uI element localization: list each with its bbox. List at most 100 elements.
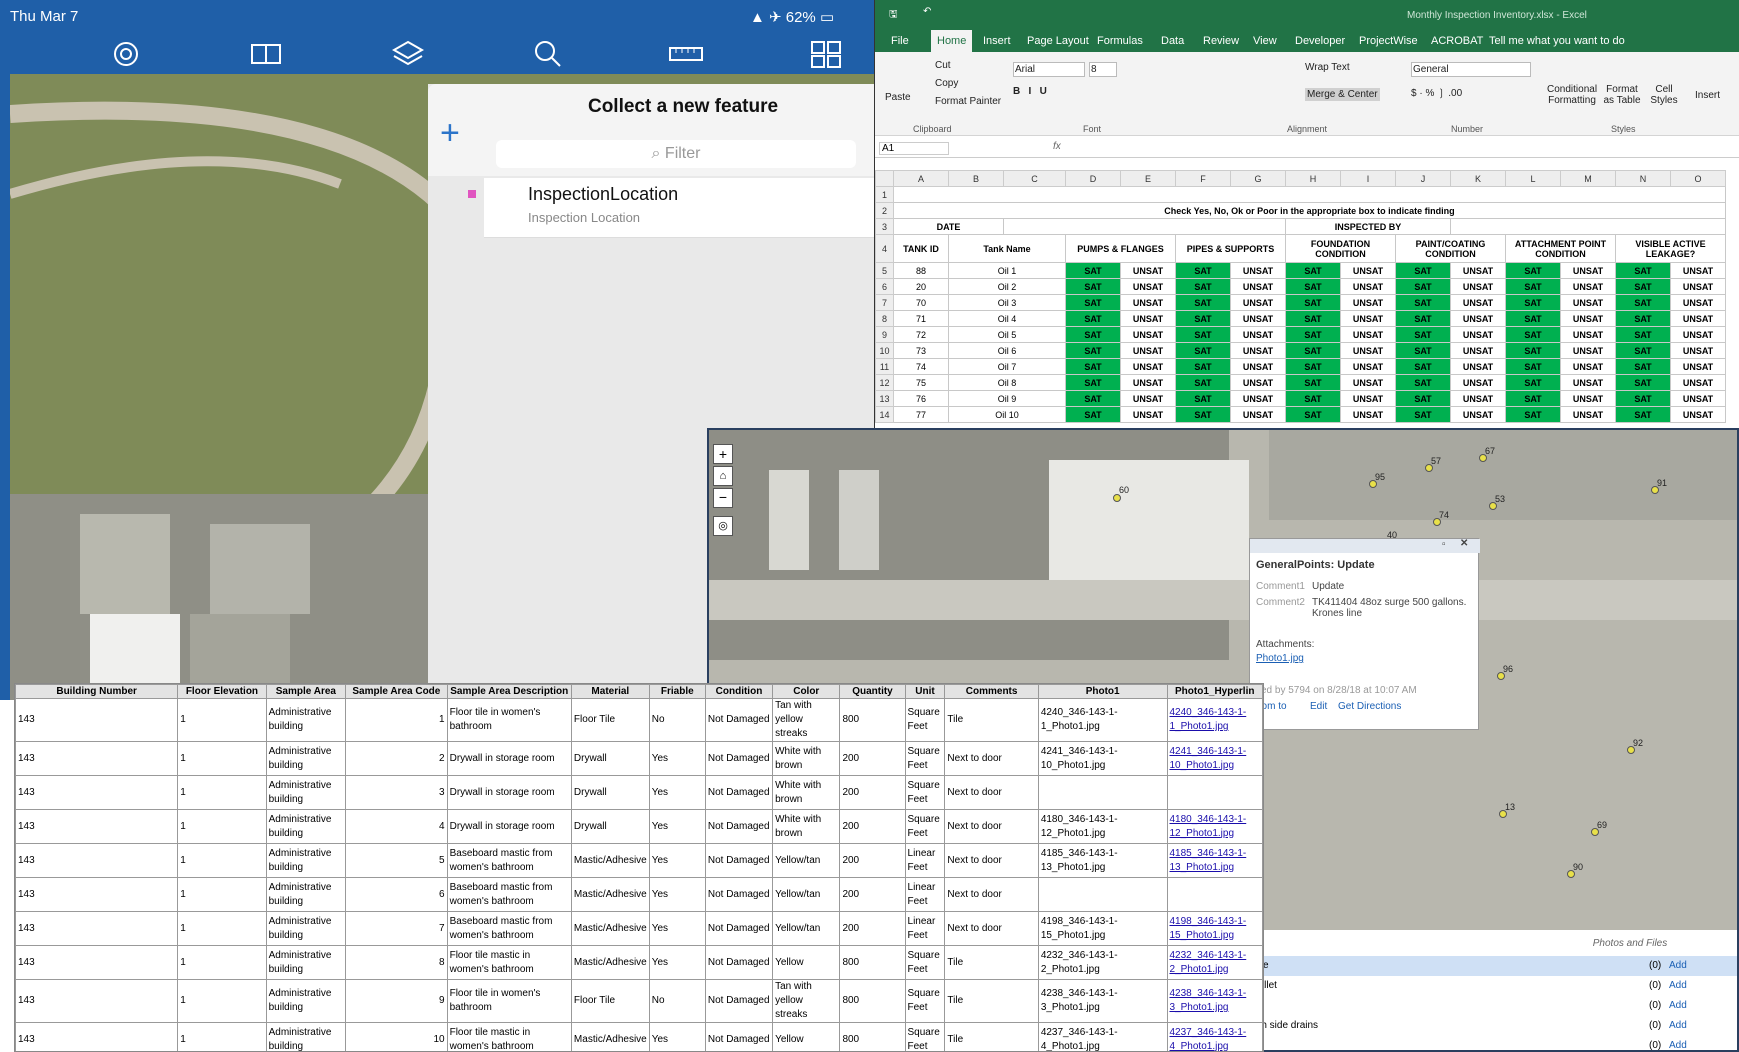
unsat-cell[interactable]: UNSAT <box>1560 310 1616 327</box>
sat-cell[interactable]: SAT <box>1065 390 1121 407</box>
row-header[interactable]: 8 <box>875 310 894 327</box>
cell[interactable]: Floor tile in women's bathroom <box>446 979 572 1023</box>
column-header[interactable]: Building Number <box>15 684 179 699</box>
unsat-cell[interactable]: UNSAT <box>1670 278 1726 295</box>
unsat-cell[interactable]: UNSAT <box>1120 310 1176 327</box>
sat-cell[interactable]: SAT <box>1505 278 1561 295</box>
sat-cell[interactable]: SAT <box>1505 294 1561 311</box>
cell[interactable]: 4238_346-143-1-3_Photo1.jpg <box>1037 979 1168 1023</box>
list-item[interactable]: line(0)Add <box>1249 956 1737 976</box>
cell[interactable]: Next to door <box>944 775 1039 810</box>
cell[interactable]: 800 <box>839 698 906 742</box>
unsat-cell[interactable]: UNSAT <box>1120 326 1176 343</box>
sat-cell[interactable]: SAT <box>1395 406 1451 423</box>
sat-cell[interactable]: SAT <box>1175 326 1231 343</box>
cell[interactable]: 1 <box>345 698 448 742</box>
map-gallery-icon[interactable] <box>806 36 846 72</box>
cell[interactable]: Not Damaged <box>704 877 774 912</box>
column-header[interactable]: Friable <box>648 684 706 699</box>
list-item[interactable]: pallet (0) Add <box>1249 976 1737 996</box>
cell[interactable]: 800 <box>839 1022 906 1051</box>
col-header[interactable]: F <box>1175 170 1231 187</box>
unsat-cell[interactable]: UNSAT <box>1450 326 1506 343</box>
sat-cell[interactable]: SAT <box>1065 406 1121 423</box>
unsat-cell[interactable]: UNSAT <box>1450 374 1506 391</box>
cell[interactable]: 1 <box>177 775 267 810</box>
cell[interactable]: 72 <box>893 326 949 343</box>
sat-cell[interactable]: SAT <box>1175 262 1231 279</box>
header-cell[interactable]: PAINT/COATING CONDITION <box>1395 234 1506 263</box>
row-header[interactable]: 12 <box>875 374 894 391</box>
unsat-cell[interactable]: UNSAT <box>1340 310 1396 327</box>
map-point[interactable] <box>1113 494 1121 502</box>
cell[interactable]: Yes <box>648 877 706 912</box>
cell[interactable]: Administrative building <box>265 809 347 844</box>
cell[interactable]: 4237_346-143-1-4_Photo1.jpg <box>1166 1022 1263 1051</box>
unsat-cell[interactable]: UNSAT <box>1560 374 1616 391</box>
cell[interactable]: Next to door <box>944 741 1039 776</box>
cell[interactable]: Next to door <box>944 843 1039 878</box>
get-directions-link[interactable]: Get Directions <box>1338 701 1401 712</box>
cell[interactable]: 4240_346-143-1-1_Photo1.jpg <box>1166 698 1263 742</box>
cell[interactable]: 1 <box>177 698 267 742</box>
add-icon[interactable]: + <box>440 114 460 153</box>
sat-cell[interactable]: SAT <box>1285 406 1341 423</box>
cell[interactable]: 143 <box>15 741 179 776</box>
sat-cell[interactable]: SAT <box>1615 326 1671 343</box>
cell[interactable]: Mastic/Adhesive <box>570 945 650 980</box>
cell[interactable]: Administrative building <box>265 945 347 980</box>
cell[interactable]: 7 <box>345 911 448 946</box>
unsat-cell[interactable]: UNSAT <box>1230 342 1286 359</box>
cell[interactable]: 9 <box>345 979 448 1023</box>
cell[interactable]: 71 <box>893 310 949 327</box>
unsat-cell[interactable]: UNSAT <box>1560 294 1616 311</box>
unsat-cell[interactable]: UNSAT <box>1120 390 1176 407</box>
sat-cell[interactable]: SAT <box>1395 294 1451 311</box>
maximize-icon[interactable]: ▫ <box>1442 539 1446 550</box>
cell[interactable]: White with brown <box>772 809 841 844</box>
cell[interactable]: Drywall in storage room <box>446 809 572 844</box>
cell[interactable]: Floor Tile <box>570 979 650 1023</box>
format-as-table-button[interactable]: Format as Table <box>1601 84 1643 106</box>
cell[interactable] <box>1166 877 1263 912</box>
add-link[interactable]: Add <box>1669 960 1687 971</box>
unsat-cell[interactable]: UNSAT <box>1230 326 1286 343</box>
cell[interactable]: 1 <box>177 979 267 1023</box>
unsat-cell[interactable]: UNSAT <box>1560 358 1616 375</box>
cell[interactable]: 200 <box>839 843 906 878</box>
column-header[interactable]: Material <box>570 684 650 699</box>
cell[interactable]: Baseboard mastic from women's bathroom <box>446 911 572 946</box>
bold-button[interactable]: B I U <box>1013 86 1047 97</box>
tab-page-layout[interactable]: Page Layout <box>1027 35 1089 47</box>
row-header[interactable]: 4 <box>875 234 894 263</box>
unsat-cell[interactable]: UNSAT <box>1560 278 1616 295</box>
sat-cell[interactable]: SAT <box>1505 326 1561 343</box>
instruction-cell[interactable]: Check Yes, No, Ok or Poor in the appropr… <box>893 202 1726 219</box>
tab-insert[interactable]: Insert <box>983 35 1011 47</box>
tab-formulas[interactable]: Formulas <box>1097 35 1143 47</box>
unsat-cell[interactable]: UNSAT <box>1450 390 1506 407</box>
list-item[interactable]: (0) Add <box>1249 996 1737 1016</box>
cell[interactable]: Yellow <box>772 1022 841 1051</box>
header-cell[interactable]: ATTACHMENT POINT CONDITION <box>1505 234 1616 263</box>
cell[interactable]: 4241_346-143-1-10_Photo1.jpg <box>1166 741 1263 776</box>
cell[interactable]: Floor tile mastic in women's bathroom <box>446 945 572 980</box>
cell[interactable]: Next to door <box>944 809 1039 844</box>
sat-cell[interactable]: SAT <box>1285 374 1341 391</box>
unsat-cell[interactable]: UNSAT <box>1340 390 1396 407</box>
sat-cell[interactable]: SAT <box>1615 390 1671 407</box>
cell[interactable]: Linear Feet <box>904 911 946 946</box>
cell[interactable]: 1 <box>177 877 267 912</box>
row-header[interactable]: 9 <box>875 326 894 343</box>
name-box[interactable]: A1 <box>879 142 949 155</box>
cell[interactable]: 77 <box>893 406 949 423</box>
unsat-cell[interactable]: UNSAT <box>1230 278 1286 295</box>
sat-cell[interactable]: SAT <box>1505 310 1561 327</box>
cell[interactable]: Yellow/tan <box>772 877 841 912</box>
tab-review[interactable]: Review <box>1203 35 1239 47</box>
cell-styles-button[interactable]: Cell Styles <box>1647 84 1681 106</box>
unsat-cell[interactable]: UNSAT <box>1230 262 1286 279</box>
cell[interactable]: Not Damaged <box>704 741 774 776</box>
unsat-cell[interactable]: UNSAT <box>1670 374 1726 391</box>
sat-cell[interactable]: SAT <box>1395 326 1451 343</box>
